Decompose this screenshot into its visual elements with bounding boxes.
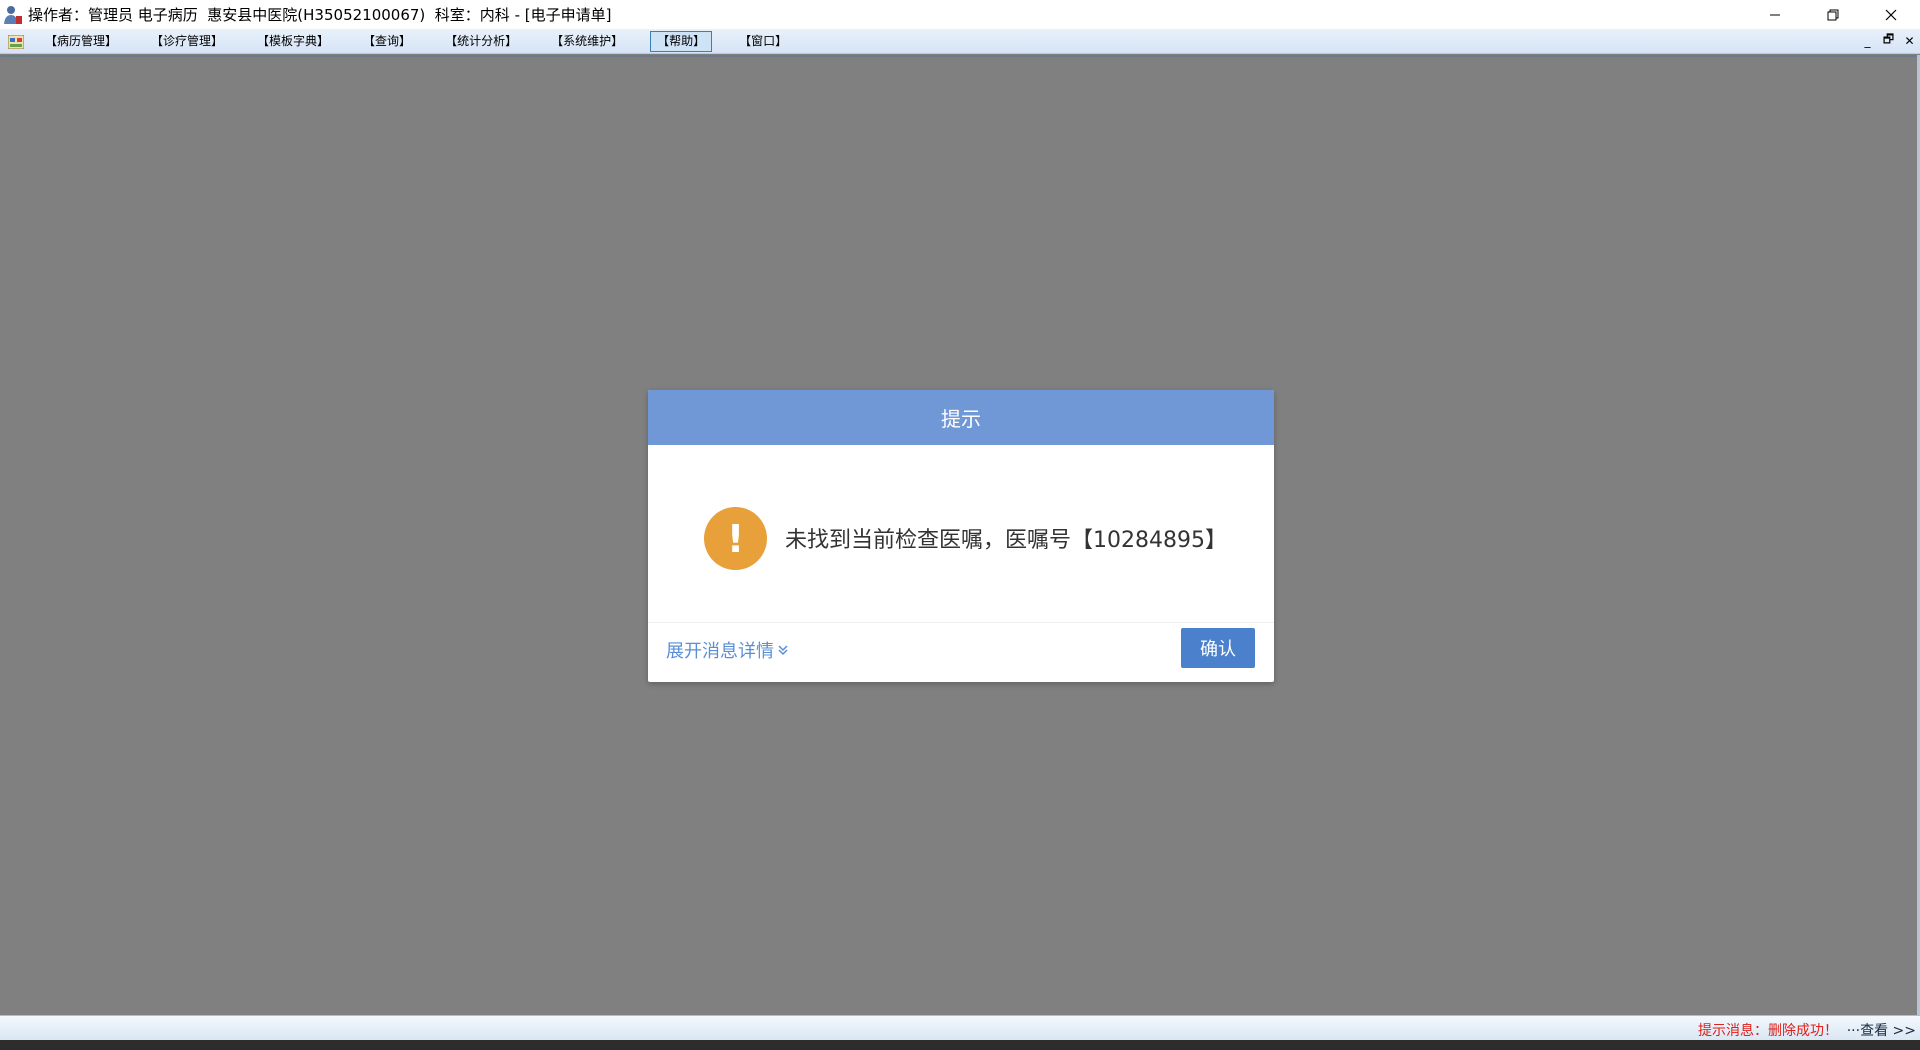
expand-details-link[interactable]: 展开消息详情 — [666, 637, 788, 663]
menu-help[interactable]: 【帮助】 — [650, 30, 713, 52]
os-taskbar — [0, 1040, 1920, 1050]
alert-dialog: 提示 ! 未找到当前检查医嘱，医嘱号【10284895】 展开消息详情 确认 — [648, 390, 1274, 682]
status-bar: 提示消息：删除成功！ ···查看 >> — [0, 1015, 1920, 1040]
menu-query[interactable]: 【查询】 — [356, 31, 418, 52]
mdi-app-icon[interactable] — [7, 34, 25, 50]
restore-button[interactable] — [1804, 0, 1862, 29]
menu-statistics[interactable]: 【统计分析】 — [438, 31, 524, 52]
restore-icon — [1827, 9, 1839, 20]
warning-icon: ! — [704, 507, 767, 570]
mdi-close-button[interactable]: ✕ — [1903, 33, 1916, 48]
mdi-restore-button[interactable]: 🗗 — [1882, 32, 1895, 48]
menu-diagnosis[interactable]: 【诊疗管理】 — [144, 31, 230, 52]
menu-templates[interactable]: 【模板字典】 — [250, 31, 336, 52]
close-button[interactable] — [1862, 0, 1920, 29]
confirm-button[interactable]: 确认 — [1181, 628, 1255, 668]
view-more-link[interactable]: ···查看 >> — [1847, 1020, 1916, 1040]
minimize-button[interactable] — [1746, 0, 1804, 29]
menu-bar: 【病历管理】 【诊疗管理】 【模板字典】 【查询】 【统计分析】 【系统维护】 … — [0, 29, 1920, 54]
window-title: 操作者：管理员 电子病历 惠安县中医院(H35052100067) 科室：内科 … — [28, 6, 612, 24]
minimize-icon — [1770, 14, 1780, 15]
expand-details-label: 展开消息详情 — [666, 641, 774, 662]
window-titlebar: 操作者：管理员 电子病历 惠安县中医院(H35052100067) 科室：内科 … — [0, 0, 1920, 29]
double-chevron-down-icon — [778, 645, 788, 656]
menu-medical-records[interactable]: 【病历管理】 — [38, 31, 124, 52]
doctor-app-icon — [2, 4, 24, 26]
menu-system-maintenance[interactable]: 【系统维护】 — [544, 31, 630, 52]
dialog-footer: 展开消息详情 确认 — [648, 622, 1274, 682]
dialog-body: ! 未找到当前检查医嘱，医嘱号【10284895】 — [648, 445, 1274, 622]
dialog-title: 提示 — [648, 390, 1274, 445]
status-message: 提示消息：删除成功！ — [1698, 1023, 1838, 1039]
menu-window[interactable]: 【窗口】 — [732, 31, 794, 52]
dialog-message: 未找到当前检查医嘱，医嘱号【10284895】 — [785, 528, 1227, 553]
close-icon — [1885, 9, 1897, 20]
mdi-minimize-button[interactable]: _ — [1861, 33, 1874, 48]
